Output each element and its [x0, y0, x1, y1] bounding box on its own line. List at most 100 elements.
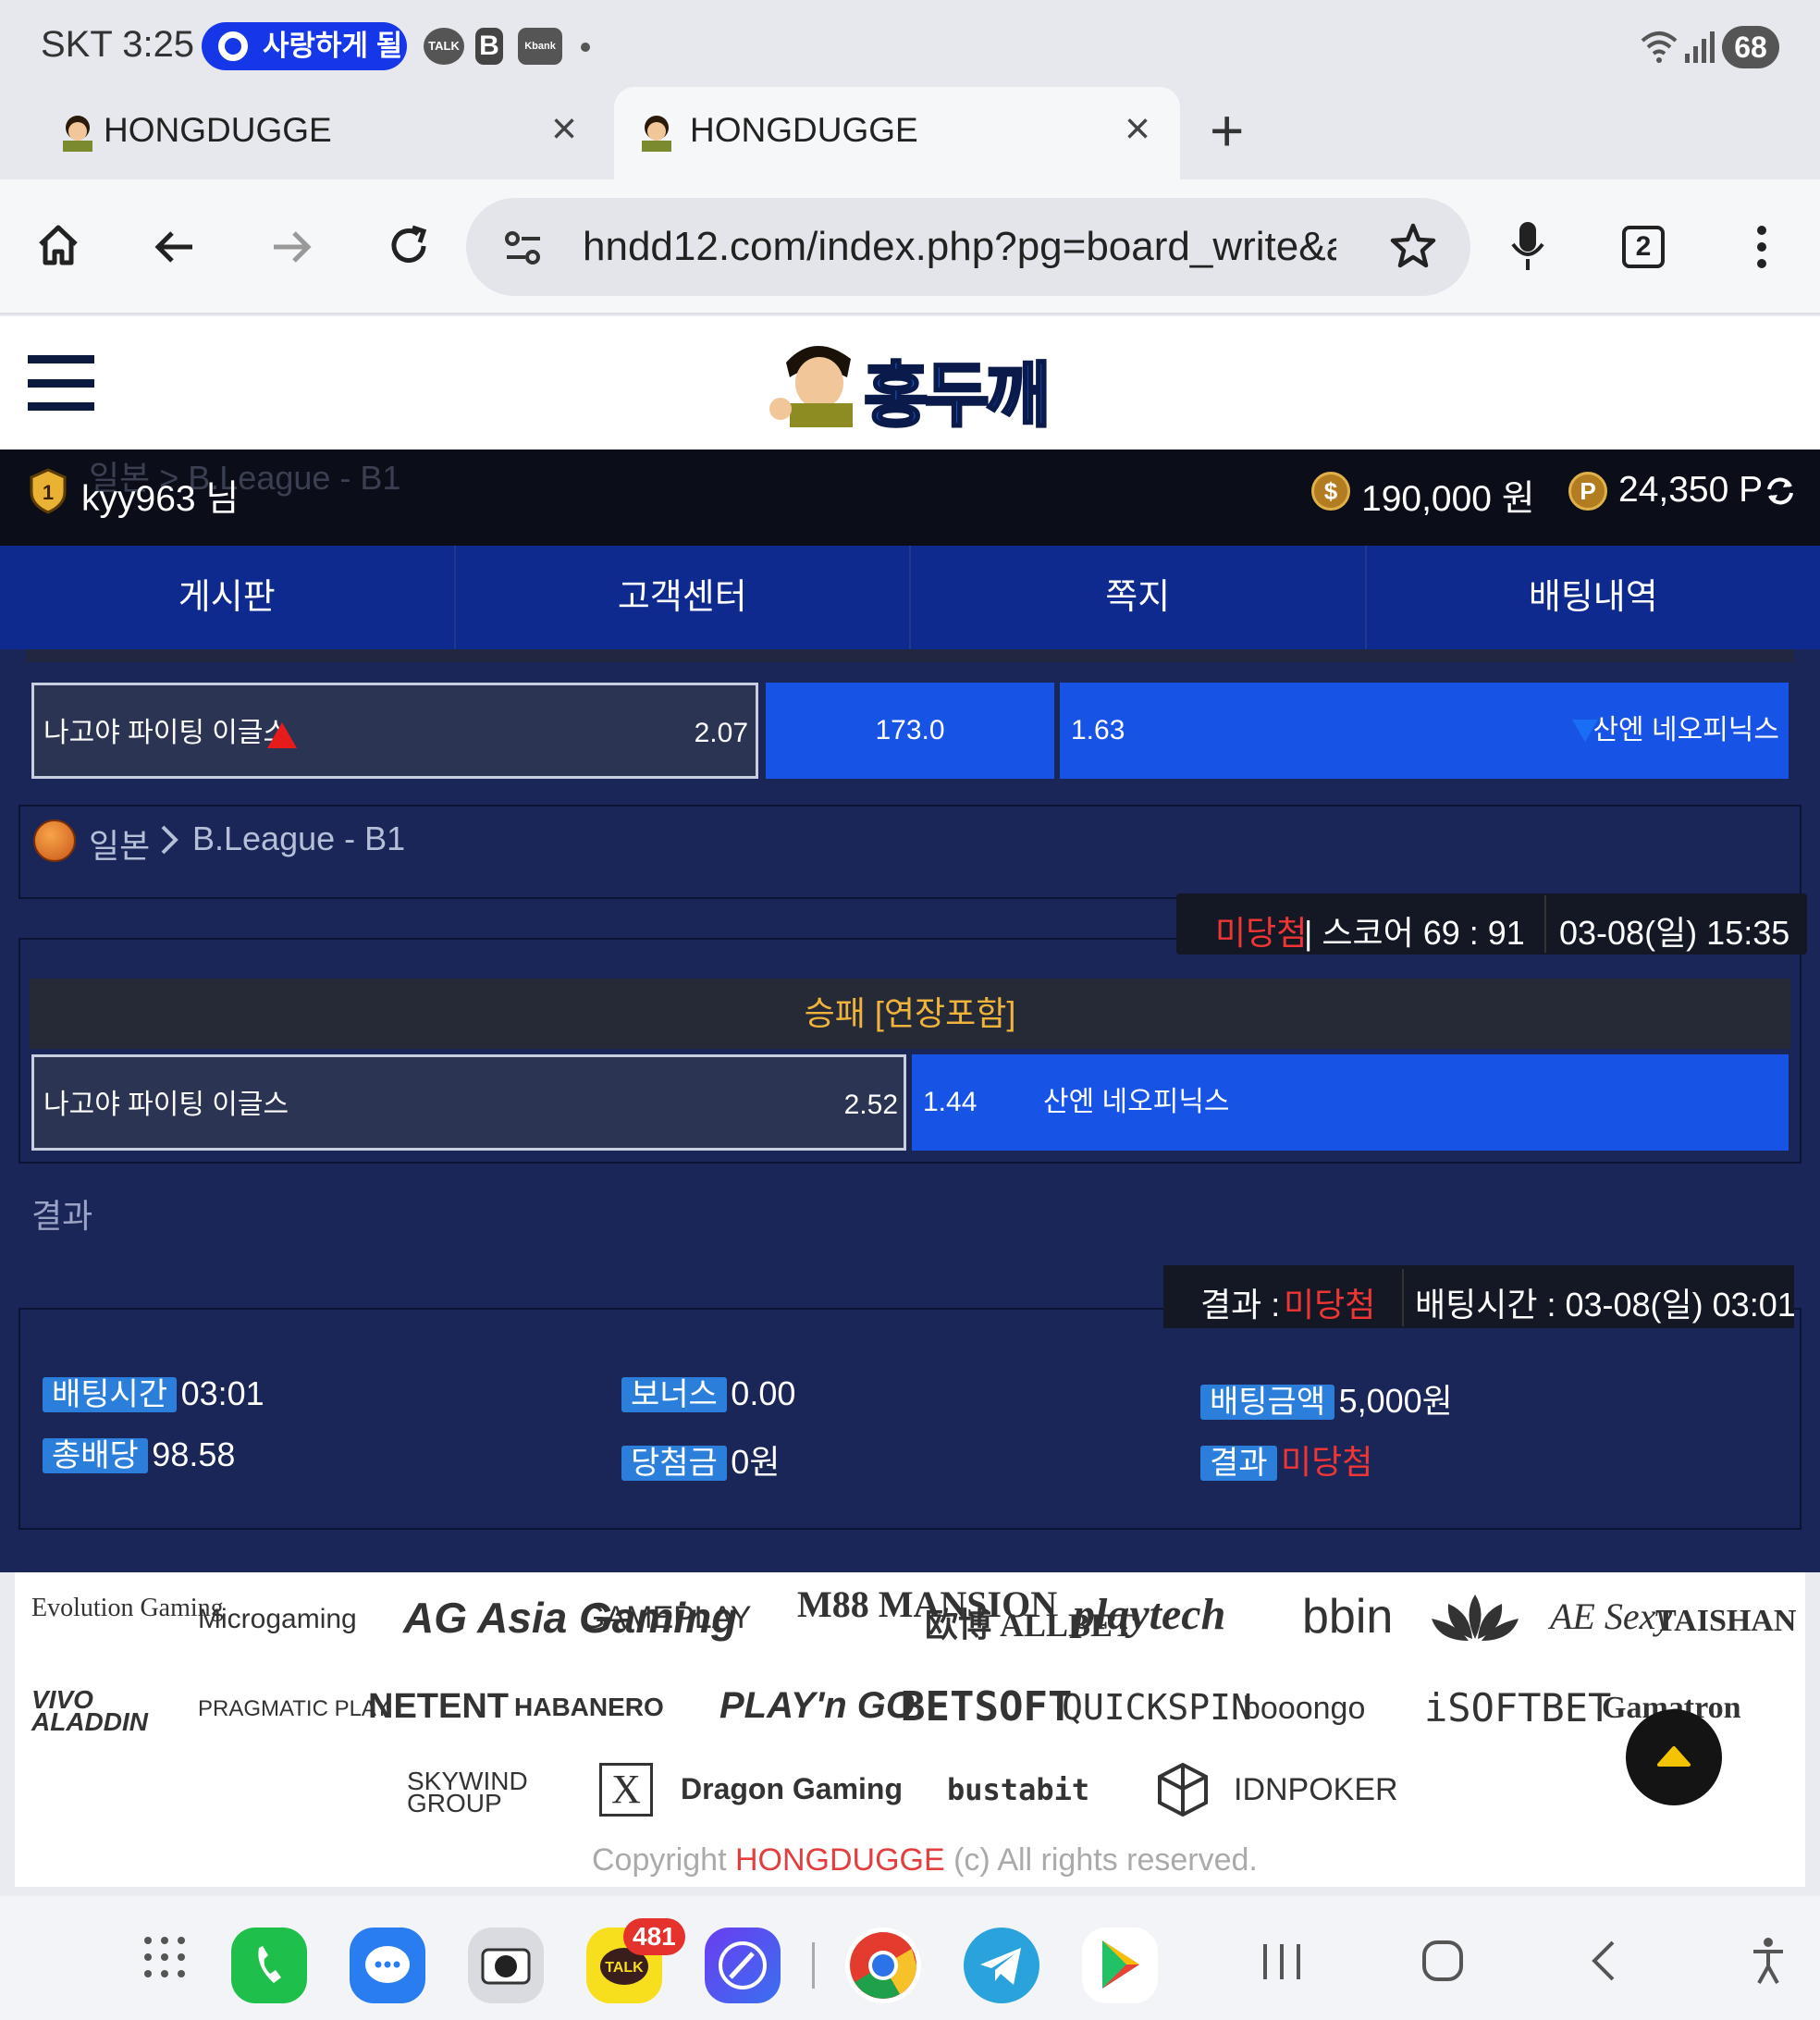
app-drawer-icon[interactable] — [142, 1935, 187, 1979]
summary-result: 결과 미당첨 — [1200, 1435, 1372, 1484]
notes-app-icon[interactable] — [705, 1928, 781, 2003]
nav-bet-history[interactable]: 배팅내역 — [1367, 546, 1820, 649]
notification-pill[interactable]: 사랑하게 될 — [202, 22, 407, 70]
provider-logo-bustabit: bustabit — [947, 1772, 1090, 1807]
reload-icon[interactable] — [385, 222, 433, 270]
new-tab-button[interactable]: + — [1210, 96, 1244, 165]
bet-amount-badge: 배팅금액 — [1200, 1385, 1335, 1420]
summary-total-odds: 총배당 98.58 — [43, 1435, 235, 1476]
nav-messages[interactable]: 쪽지 — [911, 546, 1367, 649]
provider-logo-ae-sexy: AE Sexy — [1550, 1595, 1673, 1637]
league-country: 일본 — [89, 827, 151, 865]
provider-logo-booongo: booongo — [1243, 1691, 1366, 1726]
result-key: 결과 : — [1200, 1286, 1281, 1324]
url-text: hndd12.com/index.php?pg=board_write&ac — [583, 224, 1336, 269]
recent-apps-icon[interactable] — [1260, 1940, 1304, 1983]
wifi-icon — [1639, 28, 1679, 65]
close-tab-icon[interactable]: × — [1125, 104, 1150, 154]
home-icon[interactable] — [35, 222, 81, 268]
close-tab-icon[interactable]: × — [551, 104, 577, 154]
camera-app-icon[interactable] — [468, 1928, 544, 2003]
bookmark-star-icon[interactable] — [1389, 222, 1437, 270]
tab-favicon-icon — [636, 111, 677, 152]
provider-logo-microgaming: Microgaming — [198, 1604, 357, 1634]
provider-logo-playngo: PLAY'n GO — [719, 1685, 915, 1726]
tab-favicon-icon — [57, 111, 98, 152]
provider-logo-skywind: SKYWIND GROUP — [407, 1767, 528, 1817]
bet1-away-cell[interactable]: 1.63 산엔 네오피닉스 — [1060, 683, 1789, 779]
site-logo[interactable]: 홍두깨 — [863, 339, 1052, 440]
provider-logo-quickspin: QUICKSPIN — [1062, 1687, 1252, 1728]
market-title-strip — [26, 649, 1794, 662]
nav-customer-center[interactable]: 고객센터 — [456, 546, 911, 649]
chevron-right-icon — [157, 821, 179, 858]
back-nav-icon[interactable] — [1585, 1939, 1622, 1983]
total-odds-value: 98.58 — [152, 1435, 236, 1473]
bet2-home-cell[interactable]: 나고야 파이팅 이글스 2.52 — [31, 1054, 906, 1151]
browser-tab-1[interactable]: HONGDUGGE × — [20, 87, 609, 179]
divider — [1402, 1269, 1404, 1326]
provider-logo-betsoft: BETSOFT — [901, 1683, 1073, 1731]
phone-app-icon[interactable] — [231, 1928, 307, 2003]
bet-amount-value: 5,000원 — [1338, 1382, 1453, 1420]
tab-switcher-button[interactable]: 2 — [1622, 226, 1665, 268]
hamburger-menu-icon[interactable] — [28, 355, 94, 411]
username: kyy963 님 — [81, 479, 240, 519]
home-nav-icon[interactable] — [1420, 1939, 1465, 1983]
market-title: 승패 [연장포함] — [30, 979, 1790, 1049]
back-arrow-icon[interactable] — [152, 224, 198, 270]
level-shield-icon: 1 — [28, 468, 68, 514]
summary-bet-time: 배팅시간 03:01 — [43, 1374, 264, 1415]
play-store-app-icon[interactable] — [1082, 1928, 1158, 2003]
nav-board[interactable]: 게시판 — [0, 546, 456, 649]
provider-logo-gameplay: GAMEPLAY — [581, 1600, 752, 1635]
bet1-home-team: 나고야 파이팅 이글스 — [43, 718, 289, 748]
provider-logo-playtech: playtech — [1073, 1590, 1226, 1639]
bet2-away-odds: 1.44 — [923, 1087, 978, 1117]
win-amount-badge: 당첨금 — [621, 1446, 727, 1481]
total-odds-badge: 총배당 — [43, 1438, 148, 1473]
bet2-home-team: 나고야 파이팅 이글스 — [43, 1090, 289, 1120]
provider-logo-netent: NETENT — [368, 1687, 509, 1726]
browser-tab-2[interactable]: HONGDUGGE × — [614, 87, 1180, 179]
telegram-app-icon[interactable] — [964, 1928, 1039, 2003]
refresh-icon[interactable] — [1763, 474, 1798, 509]
chrome-app-icon[interactable] — [845, 1928, 921, 2003]
match-status: 미당첨 — [1215, 914, 1308, 952]
main-nav: 게시판 고객센터 쪽지 배팅내역 — [0, 546, 1820, 649]
b-app-icon: B — [475, 28, 503, 65]
forward-arrow-icon[interactable] — [268, 224, 314, 270]
scroll-to-top-button[interactable] — [1626, 1709, 1722, 1805]
tab-title: HONGDUGGE — [690, 111, 918, 149]
bet1-home-odds: 2.07 — [694, 718, 748, 748]
bet1-home-cell[interactable]: 나고야 파이팅 이글스 2.07 — [31, 683, 758, 779]
taskbar-divider — [812, 1942, 815, 1989]
more-menu-icon[interactable] — [1755, 224, 1768, 270]
bet-summary — [18, 1308, 1802, 1530]
result-value: 미당첨 — [1284, 1286, 1376, 1324]
bet1-line-cell[interactable]: 173.0 — [766, 683, 1054, 779]
tab-title: HONGDUGGE — [104, 111, 332, 149]
svg-text:1: 1 — [43, 481, 54, 504]
signal-icon — [1683, 28, 1716, 65]
bet2-away-cell[interactable]: 1.44 산엔 네오피닉스 — [912, 1054, 1789, 1151]
bet1-away-odds: 1.63 — [1071, 715, 1125, 745]
messages-app-icon[interactable] — [350, 1928, 425, 2003]
bet-time-full: 배팅시간 : 03-08(일) 03:01 — [1415, 1286, 1796, 1324]
summary-result-value: 미당첨 — [1281, 1443, 1373, 1481]
bet2-home-odds: 2.52 — [843, 1090, 898, 1120]
bonus-value: 0.00 — [731, 1374, 796, 1412]
site-settings-icon[interactable] — [503, 229, 544, 266]
arrow-up-icon — [1657, 1746, 1691, 1767]
points-coin-icon: P — [1568, 472, 1607, 511]
provider-logo-pragmatic: PRAGMATIC PLAY — [198, 1696, 390, 1721]
bet1-away-team: 산엔 네오피닉스 — [1592, 715, 1779, 745]
accessibility-icon[interactable] — [1750, 1937, 1787, 1985]
logo-mascot-icon — [768, 335, 869, 427]
match-score: | 스코어 69 : 91 — [1304, 914, 1525, 952]
microphone-icon[interactable] — [1509, 220, 1546, 272]
provider-logo-evolution: Evolution Gaming — [31, 1594, 224, 1622]
divider — [1544, 895, 1546, 953]
summary-bet-amount: 배팅금액 5,000원 — [1200, 1374, 1453, 1423]
bonus-badge: 보너스 — [621, 1377, 727, 1412]
